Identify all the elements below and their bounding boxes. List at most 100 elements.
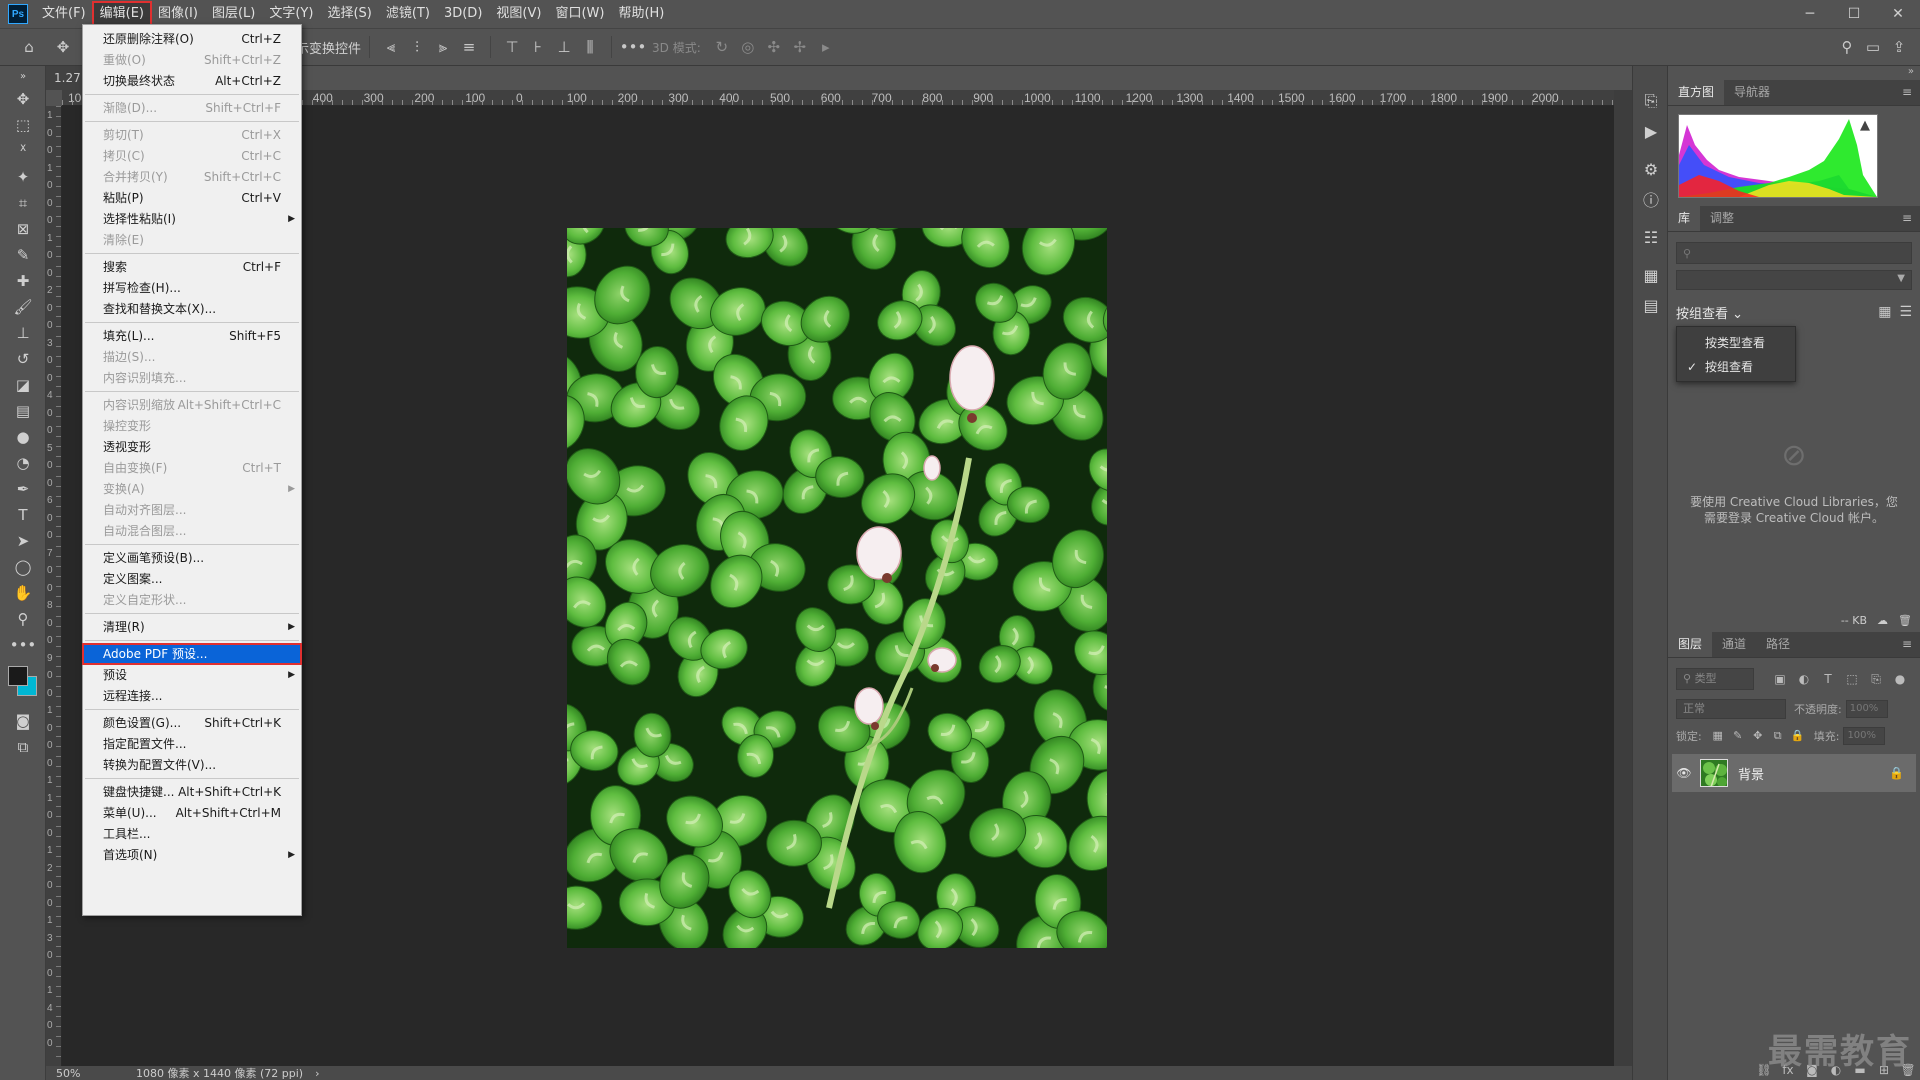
menu-item-7[interactable]: 3D(D) (438, 3, 488, 25)
tab-adjustments[interactable]: 调整 (1700, 205, 1744, 231)
more-options-icon[interactable]: ••• (620, 34, 647, 60)
document-tab[interactable]: 1.27.j (46, 66, 88, 90)
visibility-eye-icon[interactable]: 👁 (1672, 766, 1696, 780)
edit-menu-item[interactable]: 首选项(N) ▶ (83, 845, 301, 865)
menu-item-3[interactable]: 图层(L) (206, 3, 261, 25)
opacity-field[interactable]: 100% (1845, 700, 1888, 718)
cloud-sync-icon[interactable]: ☁ (1877, 614, 1888, 627)
edit-menu-item[interactable]: 颜色设置(G)... Shift+Ctrl+K (83, 713, 301, 733)
blur-tool-icon[interactable]: ● (0, 424, 46, 450)
grid-view-icon[interactable]: ▦ (1878, 304, 1891, 320)
tab-paths[interactable]: 路径 (1756, 631, 1800, 657)
lock-icon[interactable]: 🔒 (1889, 766, 1904, 780)
layer-filter-select[interactable]: ⚲ 类型 (1676, 668, 1754, 690)
show-transform-controls-label[interactable]: 示变换控件 (296, 38, 361, 57)
edit-menu-item[interactable]: 预设 ▶ (83, 665, 301, 685)
edit-menu-item[interactable]: 填充(L)... Shift+F5 (83, 326, 301, 346)
edit-menu-item[interactable]: 定义自定形状... (83, 590, 301, 610)
search-icon[interactable]: ⚲ (1834, 34, 1860, 60)
share-icon[interactable]: ⇪ (1886, 34, 1912, 60)
lock-transparency-icon[interactable]: ▦ (1708, 729, 1728, 743)
view-by-type-option[interactable]: 按类型查看 (1677, 331, 1795, 355)
menu-item-4[interactable]: 文字(Y) (263, 3, 319, 25)
lock-position-icon[interactable]: ✥ (1748, 729, 1768, 743)
library-search-input[interactable]: ⚲ (1676, 242, 1912, 264)
menu-item-6[interactable]: 滤镜(T) (380, 3, 436, 25)
actions-icon[interactable]: ▶ (1633, 116, 1669, 146)
list-view-icon[interactable]: ☰ (1899, 304, 1912, 320)
workspace-icon[interactable]: ▭ (1860, 34, 1886, 60)
zoom-tool-icon[interactable]: ⚲ (0, 606, 46, 632)
path-selection-tool-icon[interactable]: ➤ (0, 528, 46, 554)
menu-item-10[interactable]: 帮助(H) (612, 3, 670, 25)
tab-navigator[interactable]: 导航器 (1724, 79, 1780, 105)
edit-menu-item[interactable]: 拼写检查(H)... (83, 278, 301, 298)
lock-pixels-icon[interactable]: ✎ (1728, 729, 1748, 743)
distribute-icon[interactable]: ≡ (456, 34, 482, 60)
collapse-toolbar-icon[interactable]: » (0, 66, 46, 86)
close-button[interactable]: ✕ (1876, 0, 1920, 28)
ellipse-tool-icon[interactable]: ◯ (0, 554, 46, 580)
edit-menu-item[interactable]: 清除(E) (83, 230, 301, 250)
marquee-tool-icon[interactable]: ⬚ (0, 112, 46, 138)
edit-menu-item[interactable]: 还原删除注释(O) Ctrl+Z (83, 29, 301, 49)
tab-channels[interactable]: 通道 (1712, 631, 1756, 657)
menu-item-0[interactable]: 文件(F) (36, 3, 92, 25)
view-by-group-dropdown[interactable]: 按组查看 ⌄ (1676, 303, 1743, 322)
smart-object-filter-icon[interactable]: ⎘ (1864, 672, 1888, 687)
edit-menu-item[interactable]: 定义画笔预设(B)... (83, 548, 301, 568)
dodge-tool-icon[interactable]: ◔ (0, 450, 46, 476)
edit-menu-item[interactable]: 合并拷贝(Y) Shift+Ctrl+C (83, 167, 301, 187)
library-select[interactable]: ▼ (1676, 270, 1912, 290)
align-right-icon[interactable]: ⫸ (430, 34, 456, 60)
info-icon[interactable]: ⓘ (1633, 184, 1669, 214)
tab-histogram[interactable]: 直方图 (1668, 79, 1725, 105)
panel-menu-icon[interactable]: ≡ (1902, 637, 1912, 651)
foreground-color-swatch[interactable] (8, 666, 28, 686)
panel-menu-icon[interactable]: ≡ (1902, 85, 1912, 99)
fill-field[interactable]: 100% (1843, 727, 1886, 745)
edit-menu-item[interactable]: 透视变形 (83, 437, 301, 457)
magic-wand-tool-icon[interactable]: ✦ (0, 164, 46, 190)
edit-menu-item[interactable]: 搜索 Ctrl+F (83, 257, 301, 277)
edit-menu-item[interactable]: 操控变形 (83, 416, 301, 436)
properties-icon[interactable]: ⚙ (1633, 154, 1669, 184)
edit-menu-item[interactable]: 查找和替换文本(X)... (83, 299, 301, 319)
eraser-tool-icon[interactable]: ◪ (0, 372, 46, 398)
lock-artboard-icon[interactable]: ⧉ (1768, 729, 1788, 743)
edit-menu-item[interactable]: 选择性粘贴(I) ▶ (83, 209, 301, 229)
brush-tool-icon[interactable]: 🖌 (0, 294, 46, 320)
hand-tool-icon[interactable]: ✋ (0, 580, 46, 606)
frame-tool-icon[interactable]: ⊠ (0, 216, 46, 242)
edit-menu-item[interactable]: 定义图案... (83, 569, 301, 589)
healing-brush-tool-icon[interactable]: ✚ (0, 268, 46, 294)
screen-mode-icon[interactable]: ⧉ (0, 734, 46, 760)
edit-menu-item[interactable]: 清理(R) ▶ (83, 617, 301, 637)
edit-menu-item[interactable]: 自动混合图层... (83, 521, 301, 541)
panel-menu-icon[interactable]: ≡ (1902, 211, 1912, 225)
type-filter-icon[interactable]: T (1816, 672, 1840, 687)
align-left-icon[interactable]: ⫷ (378, 34, 404, 60)
edit-menu-item[interactable]: 切换最终状态 Alt+Ctrl+Z (83, 71, 301, 91)
edit-menu-item[interactable]: Adobe PDF 预设... (82, 643, 302, 665)
edit-menu-item[interactable]: 内容识别缩放 Alt+Shift+Ctrl+C (83, 395, 301, 415)
layer-row-background[interactable]: 👁 背景 🔒 (1672, 754, 1916, 792)
pen-tool-icon[interactable]: ✒ (0, 476, 46, 502)
type-tool-icon[interactable]: T (0, 502, 46, 528)
view-by-group-option[interactable]: ✓ 按组查看 (1677, 355, 1795, 379)
edit-menu-item[interactable]: 重做(O) Shift+Ctrl+Z (83, 50, 301, 70)
menu-item-8[interactable]: 视图(V) (490, 3, 547, 25)
menu-item-1[interactable]: 编辑(E) (91, 1, 152, 27)
maximize-button[interactable]: ☐ (1832, 0, 1876, 28)
edit-menu-item[interactable]: 内容识别填充... (83, 368, 301, 388)
gradient-tool-icon[interactable]: ▤ (0, 398, 46, 424)
edit-menu-item[interactable]: 工具栏... (83, 824, 301, 844)
tab-layers[interactable]: 图层 (1668, 631, 1713, 657)
align-bottom-icon[interactable]: ⊥ (551, 34, 577, 60)
edit-menu-item[interactable]: 远程连接... (83, 686, 301, 706)
edit-menu-item[interactable]: 菜单(U)... Alt+Shift+Ctrl+M (83, 803, 301, 823)
warning-icon[interactable]: ▲ (1860, 118, 1870, 133)
edit-toolbar-icon[interactable]: ••• (0, 632, 46, 658)
status-arrow-icon[interactable]: › (315, 1067, 319, 1080)
edit-menu-item[interactable]: 变换(A) ▶ (83, 479, 301, 499)
